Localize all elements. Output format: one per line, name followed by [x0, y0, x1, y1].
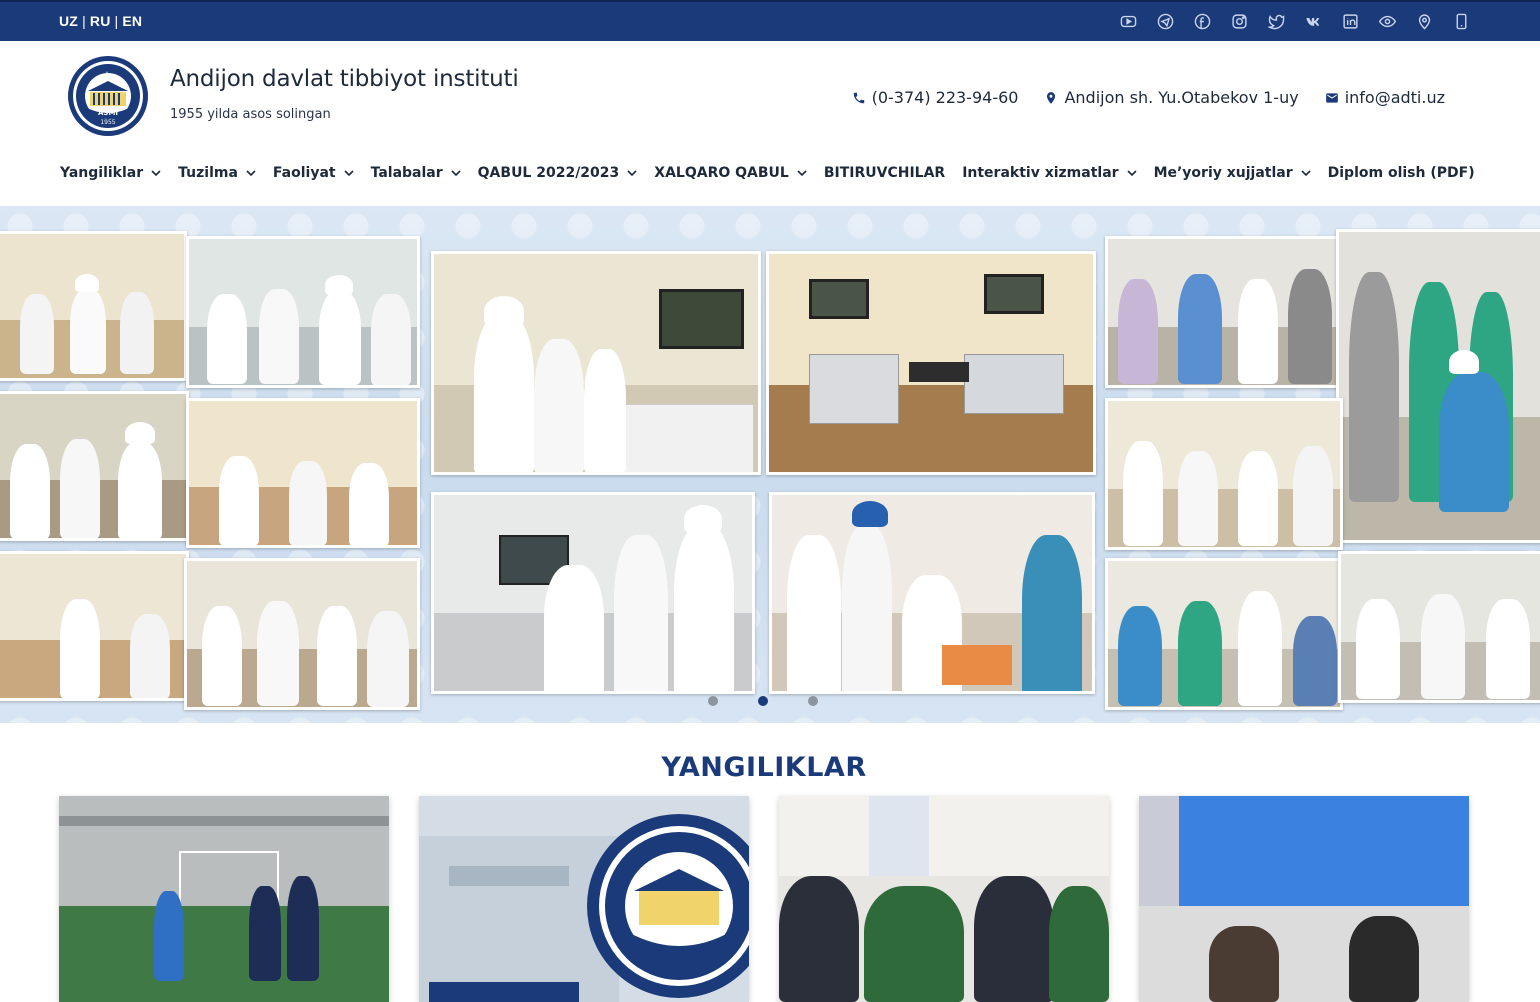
news-card[interactable]	[1139, 796, 1469, 1002]
twitter-icon[interactable]	[1268, 13, 1285, 30]
nav-item-bitiruvchilar[interactable]: BITIRUVCHILAR	[824, 165, 945, 181]
chevron-down-icon	[1301, 170, 1311, 177]
nav-item-meyoriy-xujjatlar[interactable]: Me’yoriy xujjatlar	[1154, 165, 1311, 181]
slide-photo	[1336, 229, 1540, 543]
slide-photo	[431, 492, 755, 694]
contact-address[interactable]: Andijon sh. Yu.Otabekov 1-uy	[1044, 88, 1299, 107]
slider-dot-active[interactable]	[758, 696, 768, 706]
nav-item-qabul[interactable]: QABUL 2022/2023	[478, 165, 638, 181]
nav-item-yangiliklar[interactable]: Yangiliklar	[60, 165, 161, 181]
nav-item-xalqaro-qabul[interactable]: XALQARO QABUL	[654, 165, 807, 181]
telegram-icon[interactable]	[1157, 13, 1174, 30]
social-links	[1120, 13, 1470, 30]
slide-photo	[766, 251, 1096, 475]
mobile-icon[interactable]	[1453, 13, 1470, 30]
nav-label: Interaktiv xizmatlar	[962, 165, 1119, 181]
institute-emblem	[587, 814, 749, 998]
site-subtitle: 1955 yilda asos solingan	[170, 107, 331, 122]
chevron-down-icon	[344, 170, 354, 177]
slider-dot[interactable]	[808, 696, 818, 706]
slider-dot[interactable]	[708, 696, 718, 706]
lang-uz[interactable]: UZ	[59, 13, 78, 29]
top-bar: UZ | RU | EN	[0, 0, 1540, 41]
nav-label: Tuzilma	[178, 165, 238, 181]
chevron-down-icon	[797, 170, 807, 177]
slide-photo	[1105, 398, 1343, 550]
instagram-icon[interactable]	[1231, 13, 1248, 30]
slide-photo	[186, 398, 420, 548]
lang-separator: |	[82, 13, 86, 29]
eye-icon[interactable]	[1379, 13, 1396, 30]
lang-ru[interactable]: RU	[90, 13, 111, 29]
news-heading: YANGILIKLAR	[661, 752, 867, 783]
news-card-image	[1179, 796, 1469, 906]
location-pin-icon[interactable]	[1416, 13, 1433, 30]
slide-photo	[0, 391, 189, 541]
slide-photo	[0, 551, 189, 701]
phone-icon	[853, 92, 864, 103]
chevron-down-icon	[451, 170, 461, 177]
lang-separator: |	[114, 13, 119, 29]
chevron-down-icon	[1126, 170, 1137, 177]
chevron-down-icon	[627, 170, 637, 177]
slide-photo	[1105, 236, 1343, 388]
slide-photo	[0, 231, 187, 381]
logo-abbr: ASMI	[98, 109, 118, 117]
map-marker-icon	[1047, 91, 1056, 104]
facebook-icon[interactable]	[1194, 13, 1211, 30]
linkedin-icon[interactable]	[1342, 13, 1359, 30]
vk-icon[interactable]	[1305, 13, 1322, 30]
main-nav: Yangiliklar Tuzilma Faoliyat Talabalar Q…	[0, 141, 1540, 206]
nav-label: Talabalar	[370, 165, 443, 181]
slider-pagination	[708, 696, 818, 706]
lang-en[interactable]: EN	[122, 13, 142, 29]
news-card[interactable]	[419, 796, 749, 1002]
envelope-icon	[1325, 92, 1338, 103]
nav-label: Faoliyat	[272, 165, 336, 181]
news-card-image	[779, 796, 1109, 876]
contact-phone[interactable]: (0-374) 223-94-60	[852, 88, 1019, 107]
address-text: Andijon sh. Yu.Otabekov 1-uy	[1064, 88, 1299, 107]
language-switcher: UZ | RU | EN	[59, 13, 142, 29]
nav-item-talabalar[interactable]: Talabalar	[371, 165, 461, 181]
nav-label: BITIRUVCHILAR	[823, 165, 946, 181]
nav-label: XALQARO QABUL	[654, 165, 789, 181]
nav-label: QABUL 2022/2023	[477, 165, 620, 181]
hero-slider[interactable]	[0, 206, 1540, 723]
slide-photo	[184, 558, 420, 710]
slide-photo	[1105, 558, 1343, 710]
site-title[interactable]: Andijon davlat tibbiyot instituti	[170, 66, 519, 92]
nav-item-faoliyat[interactable]: Faoliyat	[273, 165, 354, 181]
contact-info: (0-374) 223-94-60 Andijon sh. Yu.Otabeko…	[852, 88, 1445, 107]
site-header: ASMI 1955 Andijon davlat tibbiyot instit…	[0, 41, 1540, 141]
nav-item-diplom-olish[interactable]: Diplom olish (PDF)	[1328, 165, 1475, 181]
nav-item-tuzilma[interactable]: Tuzilma	[178, 165, 256, 181]
logo-year: 1955	[100, 119, 115, 126]
email-text: info@adti.uz	[1344, 88, 1445, 107]
nav-label: Diplom olish (PDF)	[1327, 165, 1475, 181]
chevron-down-icon	[151, 170, 161, 177]
slide-photo	[769, 492, 1095, 694]
youtube-icon[interactable]	[1120, 13, 1137, 30]
chevron-down-icon	[246, 170, 256, 177]
institute-logo[interactable]: ASMI 1955	[63, 55, 153, 137]
phone-text: (0-374) 223-94-60	[871, 88, 1019, 107]
slide-photo	[1338, 551, 1540, 703]
nav-label: Yangiliklar	[60, 165, 144, 181]
news-card[interactable]	[779, 796, 1109, 1002]
nav-label: Me’yoriy xujjatlar	[1153, 165, 1293, 181]
contact-email[interactable]: info@adti.uz	[1325, 88, 1445, 107]
nav-item-interaktiv-xizmatlar[interactable]: Interaktiv xizmatlar	[962, 165, 1137, 181]
news-card[interactable]	[59, 796, 389, 1002]
slide-photo	[186, 236, 420, 388]
slide-photo	[431, 251, 761, 475]
